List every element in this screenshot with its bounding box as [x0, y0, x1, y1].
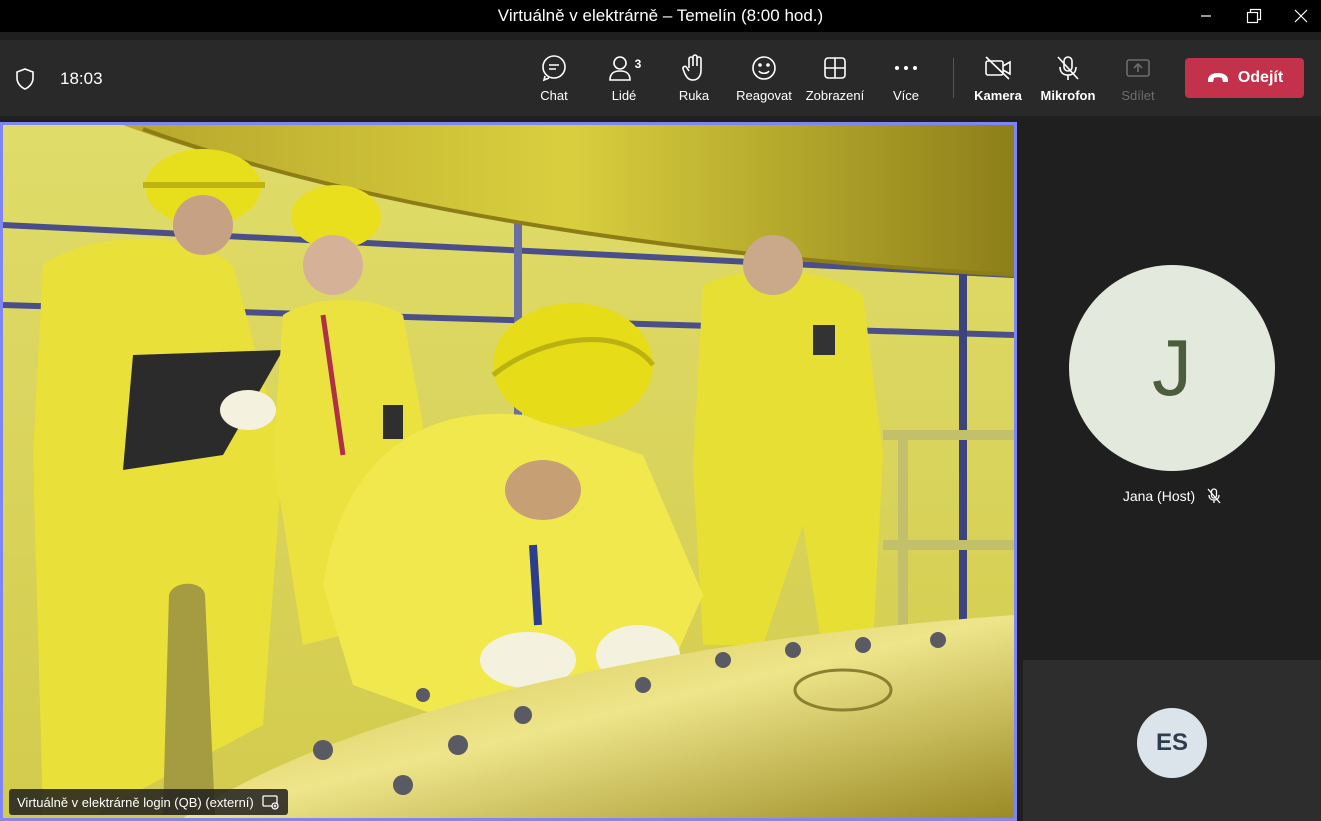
react-button[interactable]: Reagovat	[729, 52, 799, 108]
more-label: Více	[892, 88, 919, 103]
participant-name: Jana (Host)	[1122, 488, 1196, 504]
camera-off-icon	[985, 56, 1011, 80]
window-title: Virtuálně v elektrárně – Temelín (8:00 h…	[497, 6, 824, 25]
people-count: 3	[634, 57, 642, 71]
participant-label: Jana (Host)	[1023, 488, 1321, 504]
people-button[interactable]: 3 Lidé	[589, 52, 659, 108]
view-button[interactable]: Zobrazení	[800, 52, 870, 108]
participant-tile-host[interactable]: J Jana (Host)	[1023, 116, 1321, 660]
mic-muted-icon	[1207, 488, 1221, 504]
more-button[interactable]: Více	[871, 52, 941, 108]
view-label: Zobrazení	[805, 88, 865, 103]
raise-hand-label: Ruka	[678, 88, 710, 103]
stage-participant-name: Virtuálně v elektrárně login (QB) (exter…	[17, 794, 254, 810]
mic-label: Mikrofon	[1040, 88, 1096, 103]
share-button[interactable]: Sdílet	[1103, 52, 1173, 108]
participant-name-tag: Virtuálně v elektrárně login (QB) (exter…	[9, 789, 288, 815]
hand-icon	[682, 54, 702, 81]
raise-hand-button[interactable]: Ruka	[659, 52, 729, 108]
screen-share-icon	[262, 795, 279, 810]
leave-label: Odejít	[1237, 69, 1284, 86]
share-label: Sdílet	[1121, 88, 1155, 103]
hangup-icon	[1207, 73, 1228, 82]
react-label: Reagovat	[736, 88, 792, 103]
avatar-initials: ES	[1155, 729, 1188, 756]
toolbar-divider	[953, 58, 954, 98]
people-label: Lidé	[611, 88, 637, 103]
main-video-stage[interactable]: Virtuálně v elektrárně login (QB) (exter…	[0, 122, 1017, 821]
chat-button[interactable]: Chat	[519, 52, 589, 108]
video-feed	[3, 125, 1014, 818]
microphone-button[interactable]: Mikrofon	[1033, 52, 1103, 108]
minimize-button[interactable]	[1183, 0, 1229, 32]
camera-label: Kamera	[974, 88, 1022, 103]
avatar: ES	[1137, 708, 1207, 778]
avatar-initial: J	[1152, 323, 1192, 412]
leave-button[interactable]: Odejít	[1185, 58, 1304, 98]
mic-off-icon	[1057, 56, 1079, 80]
more-icon	[895, 66, 917, 70]
share-icon	[1126, 59, 1150, 77]
restore-icon	[1246, 8, 1262, 24]
meeting-timer: 18:03	[60, 69, 103, 88]
smiley-icon	[752, 56, 776, 80]
shield-icon	[16, 68, 34, 90]
grid-icon	[824, 57, 846, 79]
meeting-toolbar: 18:03 Chat 3 Lidé Ruka Reagovat Zobrazen…	[0, 40, 1321, 116]
avatar: J	[1069, 265, 1275, 471]
window-title-bar: Virtuálně v elektrárně – Temelín (8:00 h…	[0, 0, 1321, 32]
camera-button[interactable]: Kamera	[963, 52, 1033, 108]
chat-label: Chat	[540, 88, 568, 103]
people-icon	[608, 56, 631, 81]
participant-tile-es[interactable]: ES	[1023, 660, 1321, 821]
restore-button[interactable]	[1231, 0, 1277, 32]
close-icon	[1294, 9, 1308, 23]
minimize-icon	[1201, 15, 1211, 17]
chat-icon	[542, 55, 566, 82]
close-button[interactable]	[1278, 0, 1321, 32]
